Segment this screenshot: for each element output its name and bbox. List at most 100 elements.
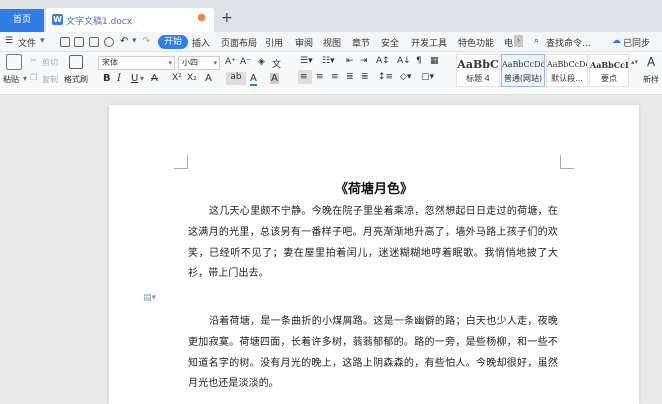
copy-button[interactable]: 复制 bbox=[42, 74, 58, 85]
menu-insert[interactable]: 插入 bbox=[192, 36, 210, 49]
align-center-icon[interactable]: ≡ bbox=[316, 72, 324, 82]
paste-icon[interactable] bbox=[6, 54, 22, 70]
style-sample: AaBbC bbox=[457, 58, 499, 71]
paste-label[interactable]: 粘贴 bbox=[3, 74, 19, 85]
style-sample: AaBbCcDd bbox=[590, 60, 628, 70]
cut-icon[interactable]: ✂ bbox=[30, 56, 37, 65]
shading-icon[interactable]: ◇▾ bbox=[400, 72, 411, 82]
menu-more[interactable]: 电 bbox=[504, 36, 513, 49]
menu-view[interactable]: 视图 bbox=[323, 36, 341, 49]
align-right-icon[interactable]: ≡ bbox=[331, 72, 339, 82]
styles-scroll-icon[interactable]: ▴▾ bbox=[631, 58, 638, 66]
menu-features[interactable]: 特色功能 bbox=[458, 36, 494, 49]
font-color-icon[interactable]: A bbox=[250, 73, 257, 86]
chevron-down-icon: ▾ bbox=[213, 59, 217, 67]
menu-bar: ☰ 文件 ▾ ↶ ▾ ↷ 开始 插入 页面布局 引用 审阅 视图 章节 安全 开… bbox=[0, 32, 662, 52]
numbering-icon[interactable]: ☷▾ bbox=[322, 56, 335, 66]
chevron-down-icon: ▾ bbox=[168, 59, 172, 67]
style-sample: AaBbCcDd bbox=[547, 60, 587, 69]
style-normal-web[interactable]: AaBbCcDd 普通(网站) bbox=[501, 54, 545, 87]
pinyin-icon[interactable]: 文 bbox=[272, 57, 281, 70]
copy-icon[interactable]: ❐ bbox=[30, 73, 37, 82]
menu-review[interactable]: 审阅 bbox=[295, 36, 313, 49]
sort-icon[interactable]: A↓ bbox=[397, 56, 411, 66]
new-style-button[interactable]: 新样 bbox=[643, 74, 659, 85]
font-family-select[interactable]: 宋体 ▾ bbox=[98, 56, 175, 70]
clear-format-icon[interactable]: ◈ bbox=[258, 57, 265, 67]
paste-dropdown-icon[interactable]: ▾ bbox=[23, 74, 27, 83]
underline-icon[interactable]: U bbox=[131, 73, 138, 84]
document-tab-title: 文字文稿1.docx bbox=[66, 17, 133, 27]
more-tabs-icon[interactable]: › bbox=[514, 35, 523, 47]
justify-icon[interactable]: ≣ bbox=[346, 72, 354, 82]
format-painter-icon[interactable] bbox=[69, 55, 83, 69]
print-preview-icon[interactable] bbox=[104, 37, 114, 47]
style-name: 普通(网站) bbox=[503, 74, 543, 83]
menu-page-layout[interactable]: 页面布局 bbox=[221, 36, 257, 49]
document-paragraph[interactable]: 这几天心里颇不宁静。今晚在院子里坐着乘凉，忽然想起日日走过的荷塘，在这满月的光里… bbox=[188, 202, 558, 285]
document-tab[interactable]: W 文字文稿1.docx ● bbox=[46, 8, 214, 32]
chevron-down-icon[interactable]: ▾ bbox=[40, 36, 45, 46]
menu-start[interactable]: 开始 bbox=[158, 35, 188, 49]
undo-dropdown-icon[interactable]: ▾ bbox=[132, 36, 137, 46]
strikethrough-icon[interactable]: A bbox=[151, 73, 158, 84]
increase-indent-icon[interactable]: ⇥ bbox=[360, 56, 368, 66]
new-tab-button[interactable]: + bbox=[221, 10, 233, 26]
menu-developer[interactable]: 开发工具 bbox=[411, 36, 447, 49]
font-size-select[interactable]: 小四 ▾ bbox=[178, 56, 220, 70]
hamburger-menu-icon[interactable]: ☰ bbox=[5, 36, 13, 46]
sync-status[interactable]: 已同步 bbox=[623, 36, 650, 49]
highlight-icon[interactable]: ab bbox=[226, 72, 246, 85]
style-default-para[interactable]: AaBbCcDd 默认段... bbox=[546, 54, 588, 87]
distributed-icon[interactable]: ≣ bbox=[361, 72, 369, 82]
subscript-icon[interactable]: X₂ bbox=[187, 73, 197, 83]
menu-file[interactable]: 文件 bbox=[18, 36, 36, 49]
cloud-sync-icon: ☁ bbox=[612, 36, 621, 46]
redo-icon[interactable]: ↷ bbox=[142, 36, 150, 47]
paragraph-layout-icon[interactable]: ▤▾ bbox=[143, 293, 156, 303]
superscript-icon[interactable]: X² bbox=[172, 73, 182, 83]
word-doc-icon: W bbox=[52, 14, 63, 25]
tab-bar: 首页 W 文字文稿1.docx ● + bbox=[0, 0, 662, 32]
ribbon: 粘贴 ▾ ✂ 剪切 ❐ 复制 格式刷 宋体 ▾ 小四 ▾ A⁺ A⁻ ◈ 文 B… bbox=[0, 52, 662, 95]
text-effect-icon[interactable]: A bbox=[205, 73, 212, 84]
show-marks-icon[interactable]: ¶ bbox=[416, 56, 422, 66]
align-left-icon[interactable]: ≡ bbox=[300, 72, 308, 82]
style-key-points[interactable]: AaBbCcDd 要点 bbox=[589, 54, 629, 87]
cut-button[interactable]: 剪切 bbox=[42, 57, 58, 68]
style-sample: AaBbCcDd bbox=[502, 60, 544, 69]
undo-icon[interactable]: ↶ bbox=[120, 36, 128, 47]
page-corner-mark bbox=[174, 155, 188, 169]
char-shading-icon[interactable]: A bbox=[270, 73, 279, 84]
style-name: 要点 bbox=[601, 74, 617, 83]
font-size-value: 小四 bbox=[182, 58, 198, 67]
grow-font-icon[interactable]: A⁺ bbox=[225, 57, 236, 67]
italic-icon[interactable]: I bbox=[117, 73, 121, 84]
document-heading[interactable]: 《荷塘月色》 bbox=[188, 178, 560, 197]
save-icon[interactable] bbox=[60, 37, 70, 47]
decrease-indent-icon[interactable]: ⇤ bbox=[346, 56, 354, 66]
style-name: 标题 4 bbox=[466, 74, 490, 83]
borders-icon[interactable]: ▢▾ bbox=[421, 72, 434, 82]
shrink-font-icon[interactable]: A⁻ bbox=[240, 57, 251, 67]
document-paragraph[interactable]: 沿着荷塘，是一条曲折的小煤屑路。这是一条幽僻的路；白天也少人走，夜晚更加寂寞。荷… bbox=[188, 312, 558, 395]
style-heading4[interactable]: AaBbC 标题 4 bbox=[456, 54, 500, 87]
page-corner-mark bbox=[560, 155, 574, 169]
menu-references[interactable]: 引用 bbox=[265, 36, 283, 49]
chinese-layout-icon[interactable]: A↕ bbox=[376, 56, 390, 66]
line-spacing-icon[interactable]: ↕≡ bbox=[378, 72, 393, 82]
menu-section[interactable]: 章节 bbox=[352, 36, 370, 49]
font-family-value: 宋体 bbox=[102, 58, 118, 67]
underline-dropdown-icon[interactable]: ▾ bbox=[140, 74, 144, 83]
bullets-icon[interactable]: ☰▾ bbox=[300, 56, 313, 66]
format-painter-button[interactable]: 格式刷 bbox=[64, 74, 88, 85]
menu-security[interactable]: 安全 bbox=[381, 36, 399, 49]
bold-icon[interactable]: B bbox=[103, 73, 111, 84]
command-search[interactable]: 查找命令... bbox=[546, 36, 591, 49]
search-icon[interactable]: ⌕ bbox=[534, 36, 539, 46]
export-pdf-icon[interactable] bbox=[74, 37, 84, 47]
new-style-icon[interactable]: A bbox=[647, 55, 655, 69]
table-borders-icon[interactable]: ▦ bbox=[430, 56, 439, 66]
print-icon[interactable] bbox=[89, 37, 99, 47]
home-tab[interactable]: 首页 bbox=[0, 9, 44, 32]
